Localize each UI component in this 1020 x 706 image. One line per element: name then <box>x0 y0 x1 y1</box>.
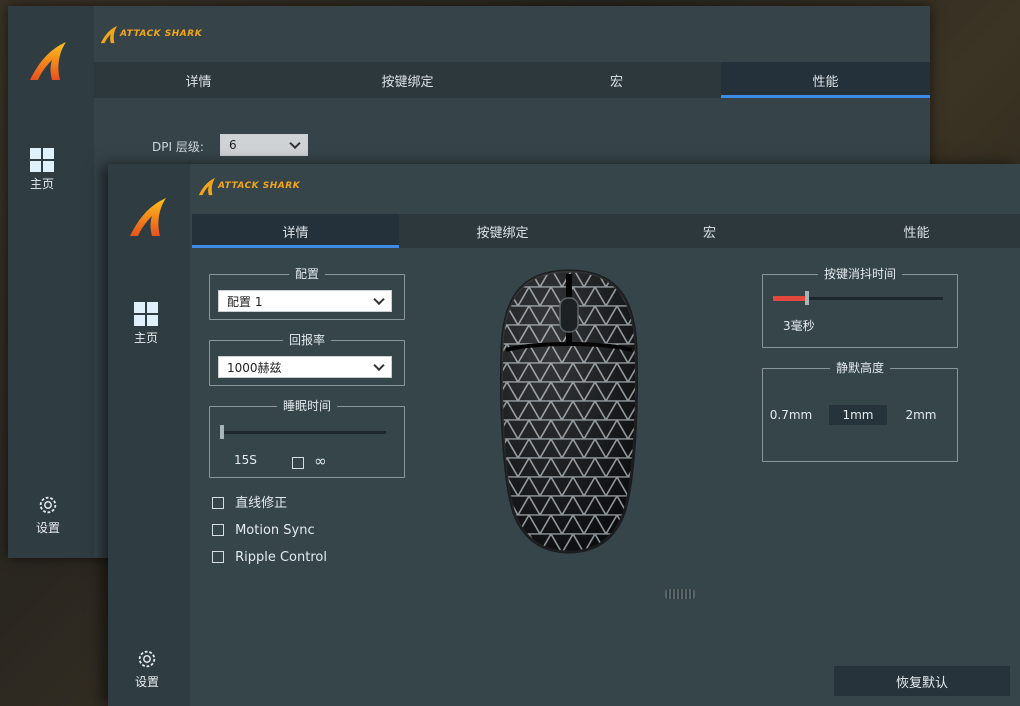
app-window: 主页 设置 ATTACK SHARK 详情 按键绑定 宏 性能 配置 配置 1 <box>108 164 1020 706</box>
nav-home[interactable]: 主页 <box>134 302 158 346</box>
angle-snapping-checkbox[interactable] <box>212 496 224 509</box>
sleep-time-title: 睡眠时间 <box>276 399 337 413</box>
lod-option-1mm[interactable]: 1mm <box>829 405 887 425</box>
home-icon <box>30 148 54 172</box>
dpi-level-label: DPI 层级: <box>152 140 204 154</box>
dpi-level-select[interactable]: 6 <box>220 134 308 156</box>
battery-icon <box>665 589 695 599</box>
debounce-slider-track[interactable] <box>773 291 943 305</box>
gear-icon <box>138 650 156 668</box>
tab-key-binding[interactable]: 按键绑定 <box>303 62 512 98</box>
shark-logo-icon <box>100 25 118 44</box>
gear-icon <box>39 496 57 514</box>
config-group: 配置 配置 1 <box>209 267 405 320</box>
nav-home[interactable]: 主页 <box>30 148 54 192</box>
lift-off-title: 静默高度 <box>829 361 890 375</box>
brand-name: ATTACK SHARK <box>120 29 203 39</box>
tab-performance[interactable]: 性能 <box>721 62 930 98</box>
tab-details[interactable]: 详情 <box>94 62 303 98</box>
ripple-control-label: Ripple Control <box>235 550 327 565</box>
config-select-value: 配置 1 <box>227 294 263 309</box>
sidebar: 主页 设置 <box>108 164 190 706</box>
dpi-level-value: 6 <box>229 138 237 152</box>
brand-name: ATTACK SHARK <box>218 181 301 191</box>
shark-logo-icon <box>198 177 216 196</box>
sleep-time-group: 睡眠时间 15S ∞ <box>209 399 405 478</box>
restore-defaults-button[interactable]: 恢复默认 <box>834 666 1010 696</box>
nav-settings-label: 设置 <box>36 521 61 535</box>
nav-settings[interactable]: 设置 <box>135 648 159 690</box>
polling-rate-select[interactable]: 1000赫兹 <box>218 356 392 378</box>
debounce-group: 按键消抖时间 3毫秒 <box>762 267 958 348</box>
infinity-label: ∞ <box>314 452 327 470</box>
mouse-product-image <box>500 269 638 554</box>
polling-rate-group: 回报率 1000赫兹 <box>209 333 405 386</box>
tab-bar: 详情 按键绑定 宏 性能 <box>192 214 1020 248</box>
ripple-control-checkbox[interactable] <box>212 550 224 563</box>
nav-home-label: 主页 <box>134 331 159 345</box>
tab-bar: 详情 按键绑定 宏 性能 <box>94 62 930 98</box>
lift-off-distance-group: 静默高度 0.7mm 1mm 2mm <box>762 361 958 462</box>
tab-performance[interactable]: 性能 <box>813 214 1020 248</box>
brand-logo: ATTACK SHARK <box>98 24 202 44</box>
config-select[interactable]: 配置 1 <box>218 290 392 312</box>
tab-details[interactable]: 详情 <box>192 214 399 248</box>
lod-option-0.7mm[interactable]: 0.7mm <box>767 405 815 425</box>
sidebar: 主页 设置 <box>8 6 94 558</box>
lod-option-2mm[interactable]: 2mm <box>897 405 945 425</box>
polling-rate-value: 1000赫兹 <box>227 360 282 375</box>
tab-macro[interactable]: 宏 <box>606 214 813 248</box>
main-content: ATTACK SHARK 详情 按键绑定 宏 性能 配置 配置 1 回报率 10… <box>192 164 1020 706</box>
chevron-down-icon <box>373 293 385 306</box>
home-icon <box>134 302 158 326</box>
option-angle-snapping[interactable]: 直线修正 <box>212 492 287 511</box>
option-ripple-control[interactable]: Ripple Control <box>212 546 327 565</box>
nav-settings-label: 设置 <box>135 675 160 689</box>
sleep-time-slider-track[interactable] <box>220 425 386 439</box>
debounce-slider-thumb[interactable] <box>805 291 809 305</box>
infinity-checkbox[interactable] <box>292 456 304 469</box>
nav-settings[interactable]: 设置 <box>36 494 60 536</box>
nav-home-label: 主页 <box>30 177 55 191</box>
chevron-down-icon <box>373 359 385 372</box>
polling-rate-title: 回报率 <box>282 333 331 347</box>
sleep-time-value: 15S <box>234 453 257 467</box>
tab-key-binding[interactable]: 按键绑定 <box>399 214 606 248</box>
angle-snapping-label: 直线修正 <box>235 496 288 511</box>
shark-logo-icon <box>30 42 66 80</box>
debounce-slider-fill <box>773 296 807 301</box>
sleep-time-slider-thumb[interactable] <box>220 425 224 439</box>
config-group-title: 配置 <box>288 267 325 281</box>
motion-sync-label: Motion Sync <box>235 523 315 538</box>
tab-macro[interactable]: 宏 <box>512 62 721 98</box>
brand-logo: ATTACK SHARK <box>196 176 300 196</box>
option-motion-sync[interactable]: Motion Sync <box>212 519 315 538</box>
chevron-down-icon <box>289 137 301 150</box>
debounce-value: 3毫秒 <box>783 319 815 333</box>
debounce-title: 按键消抖时间 <box>817 267 902 281</box>
shark-logo-icon <box>130 198 166 236</box>
motion-sync-checkbox[interactable] <box>212 523 224 536</box>
